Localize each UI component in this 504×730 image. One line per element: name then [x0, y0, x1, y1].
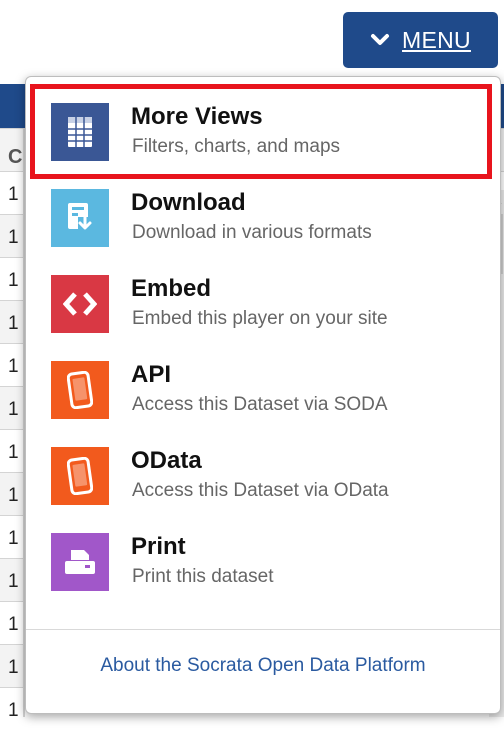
menu-item-print[interactable]: Print Print this dataset [26, 519, 500, 603]
menu-item-title: Download [131, 189, 246, 216]
row-number: 1 [8, 657, 19, 678]
menu-divider [26, 629, 500, 630]
menu-item-api[interactable]: API Access this Dataset via SODA [26, 347, 500, 431]
menu-item-description: Access this Dataset via OData [132, 480, 389, 501]
embed-icon [63, 292, 97, 316]
menu-dropdown: More Views Filters, charts, and maps Dow… [25, 76, 501, 714]
row-number: 1 [8, 270, 19, 291]
menu-item-more-views[interactable]: More Views Filters, charts, and maps [26, 89, 500, 173]
row-number: 1 [8, 571, 19, 592]
chevron-down-icon [371, 34, 390, 45]
menu-item-title: Embed [131, 275, 212, 302]
menu-item-title: OData [131, 447, 202, 474]
row-number: 1 [8, 313, 19, 334]
embed-tile [51, 275, 109, 333]
row-number: 1 [8, 356, 19, 377]
menu-button[interactable]: MENU [343, 12, 498, 68]
row-number: 1 [8, 614, 19, 635]
menu-item-title: API [131, 361, 172, 388]
menu-item-download[interactable]: Download Download in various formats [26, 175, 500, 259]
menu-item-title: Print [131, 533, 186, 560]
print-tile [51, 533, 109, 591]
menu-item-odata[interactable]: OData Access this Dataset via OData [26, 433, 500, 517]
menu-button-label: MENU [402, 26, 471, 53]
printer-icon [65, 550, 95, 574]
menu-item-title: More Views [131, 103, 263, 130]
api-tile [51, 361, 109, 419]
table-icon [68, 117, 92, 147]
menu-item-description: Print this dataset [132, 566, 274, 587]
menu-item-description: Filters, charts, and maps [132, 136, 341, 157]
about-socrata-link[interactable]: About the Socrata Open Data Platform [26, 655, 500, 677]
row-number: 1 [8, 528, 19, 549]
row-number: 1 [8, 442, 19, 463]
download-tile [51, 189, 109, 247]
menu-item-embed[interactable]: Embed Embed this player on your site [26, 261, 500, 345]
row-number: 1 [8, 227, 19, 248]
row-number: 1 [8, 485, 19, 506]
row-number: 1 [8, 399, 19, 420]
menu-item-description: Access this Dataset via SODA [132, 394, 388, 415]
column-header-fragment: C [8, 146, 23, 168]
row-number: 1 [8, 700, 19, 721]
odata-tile [51, 447, 109, 505]
menu-item-description: Embed this player on your site [132, 308, 388, 329]
phone-icon [67, 371, 93, 409]
phone-icon [67, 457, 93, 495]
menu-item-description: Download in various formats [132, 222, 372, 243]
row-number: 1 [8, 184, 19, 205]
more-views-tile [51, 103, 109, 161]
download-icon [68, 203, 92, 231]
